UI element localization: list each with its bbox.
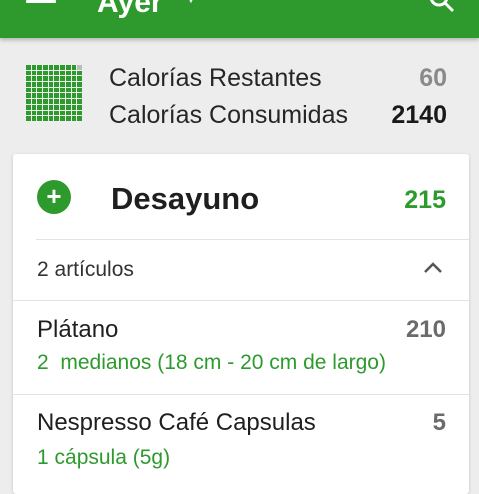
menu-icon[interactable]: [26, 0, 56, 12]
items-count[interactable]: 2 artículos: [37, 258, 134, 282]
food-serving: 2 medianos (18 cm - 20 cm de largo): [37, 351, 386, 374]
food-name: Nespresso Café Capsulas: [37, 409, 316, 436]
divider: [13, 300, 469, 301]
food-calories: 210: [405, 316, 446, 343]
consumed-label: Calorías Consumidas: [109, 101, 348, 129]
chevron-down-icon[interactable]: ▼: [185, 0, 197, 6]
food-serving: 1 cápsula (5g): [37, 446, 171, 469]
calorie-summary: Calorías Restantes 60 Calorías Consumida…: [0, 54, 479, 142]
remaining-value: 60: [419, 64, 447, 92]
consumed-value: 2140: [391, 101, 447, 129]
top-app-bar: Ayer ▼: [0, 0, 479, 38]
date-title[interactable]: Ayer: [97, 0, 163, 20]
meal-calories: 215: [404, 186, 446, 214]
divider: [36, 239, 469, 240]
meal-card: + Desayuno 215 2 artículos Plátano 210 2…: [13, 154, 469, 494]
chevron-up-icon[interactable]: [423, 260, 443, 274]
food-calories: 5: [432, 409, 446, 436]
divider: [13, 394, 469, 395]
add-food-button[interactable]: +: [37, 180, 71, 214]
meal-title: Desayuno: [111, 181, 260, 216]
remaining-label: Calorías Restantes: [109, 64, 322, 92]
calorie-grid-icon: [26, 65, 82, 121]
search-icon[interactable]: [428, 0, 456, 14]
food-name: Plátano: [37, 316, 119, 343]
